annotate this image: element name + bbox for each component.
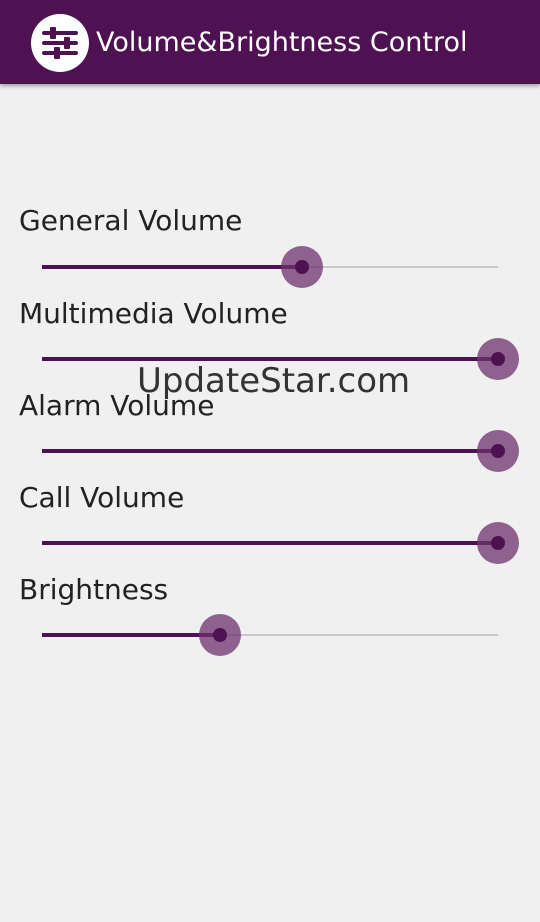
slider-thumb-dot — [491, 352, 505, 366]
slider-fill — [42, 449, 498, 453]
slider-thumb-dot — [294, 260, 309, 274]
app-title: Volume&Brightness Control — [96, 27, 468, 58]
sliders-icon — [31, 14, 89, 72]
slider-thumb-dot — [491, 444, 505, 458]
slider-fill — [42, 265, 302, 269]
multimedia-volume-label: Multimedia Volume — [19, 297, 288, 330]
alarm-volume-slider[interactable] — [42, 428, 519, 474]
general-volume-label: General Volume — [19, 204, 243, 237]
settings-panel: General Volume Multimedia Volume Alarm V… — [0, 84, 540, 922]
slider-thumb-dot — [212, 628, 227, 642]
slider-thumb[interactable] — [477, 338, 519, 380]
brightness-label: Brightness — [19, 573, 169, 606]
call-volume-slider[interactable] — [42, 520, 519, 566]
slider-thumb[interactable] — [477, 522, 519, 564]
slider-fill — [42, 633, 220, 637]
slider-thumb[interactable] — [477, 430, 519, 472]
slider-thumb[interactable] — [198, 614, 241, 656]
slider-fill — [42, 541, 498, 545]
watermark: UpdateStar.com — [137, 361, 411, 401]
slider-thumb[interactable] — [280, 246, 323, 288]
brightness-slider[interactable] — [42, 612, 498, 658]
call-volume-label: Call Volume — [19, 481, 185, 514]
slider-thumb-dot — [491, 536, 505, 550]
app-bar: Volume&Brightness Control — [0, 0, 540, 84]
general-volume-slider[interactable] — [42, 244, 498, 290]
